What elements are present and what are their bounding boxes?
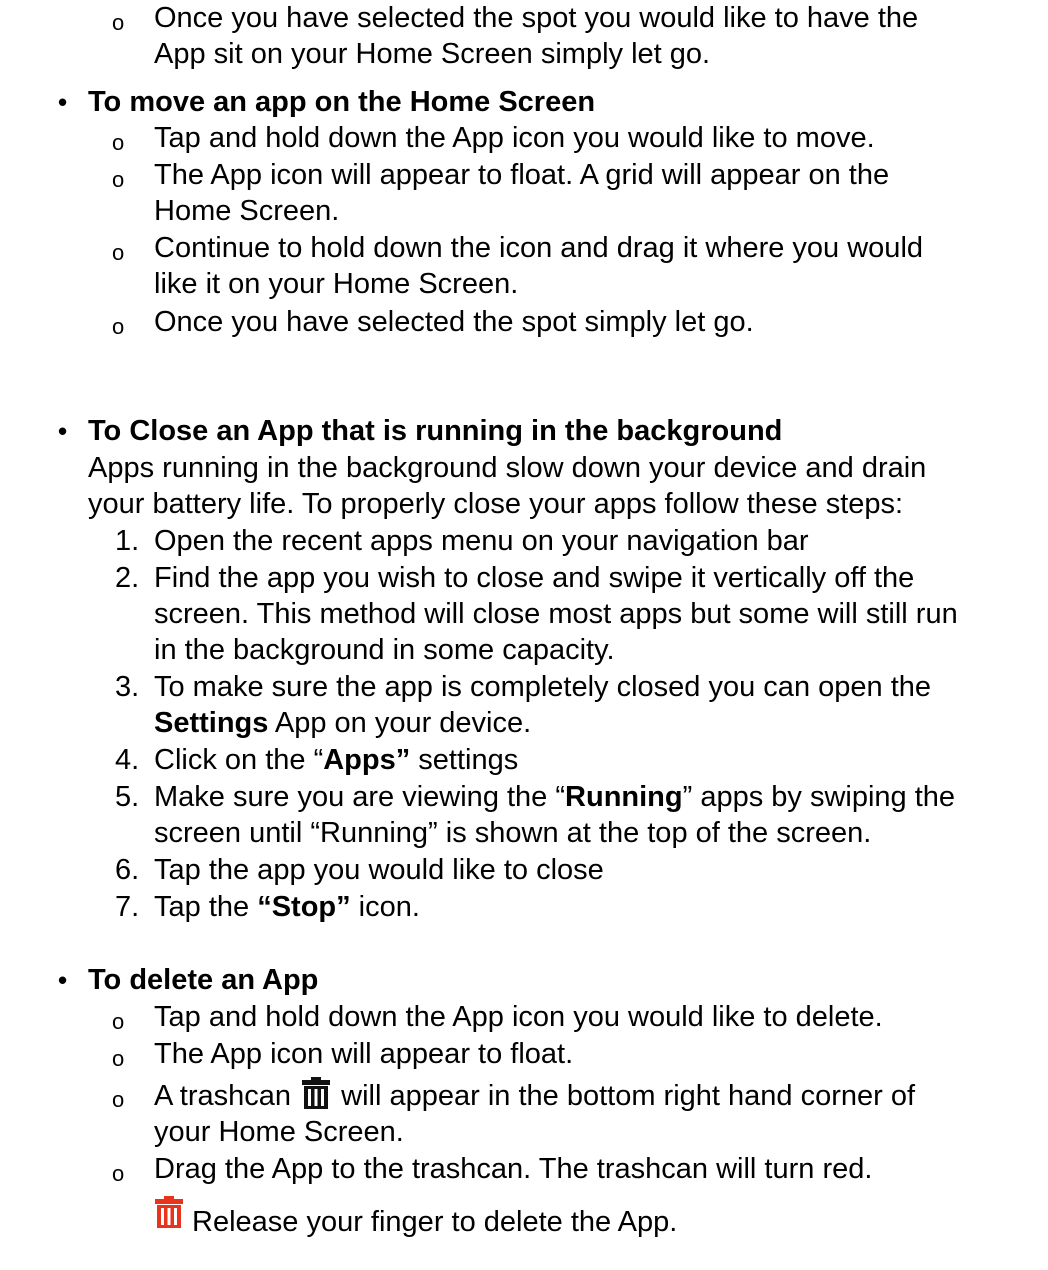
step-text: Tap the “Stop” icon. (154, 889, 420, 925)
step-text-continuation: Settings App on your device. (154, 705, 531, 741)
list-item: Continue to hold down the icon and drag … (154, 232, 924, 264)
step-text: To make sure the app is completely close… (154, 671, 932, 703)
sub-bullet-icon: o (112, 1009, 125, 1034)
list-item: Once you have selected the spot you woul… (154, 2, 919, 34)
sub-bullet-icon: o (112, 1161, 125, 1186)
sub-bullet-icon: o (112, 130, 125, 155)
list-item-continuation: like it on your Home Screen. (154, 268, 519, 300)
sub-bullet-icon: o (112, 240, 125, 265)
step-number: 4. (115, 744, 140, 776)
list-item-pre: A trashcan (154, 1080, 300, 1112)
section-heading-delete-app: To delete an App (88, 964, 319, 996)
list-item-post: will appear in the bottom right hand cor… (333, 1080, 916, 1112)
list-item: The App icon will appear to float. A gri… (154, 159, 890, 191)
intro-text: Apps running in the background slow down… (88, 452, 927, 484)
step-number: 5. (115, 781, 140, 813)
sub-bullet-icon: o (112, 167, 125, 192)
list-item: A trashcan will appear in the bottom rig… (154, 1077, 915, 1114)
list-item-continuation: your Home Screen. (154, 1116, 404, 1148)
step-text-post: settings (410, 744, 519, 776)
step-text-continuation: in the background in some capacity. (154, 634, 615, 666)
section-heading-close-app: To Close an App that is running in the b… (88, 415, 783, 447)
release-text: Release your finger to delete the App. (192, 1206, 678, 1238)
list-item: Tap and hold down the App icon you would… (154, 122, 875, 154)
list-item: The App icon will appear to float. (154, 1038, 574, 1070)
sub-bullet-icon: o (112, 1087, 125, 1112)
step-text: Click on the “Apps” settings (154, 742, 518, 778)
trashcan-red-icon (154, 1196, 184, 1237)
step-text-pre: Tap the (154, 891, 258, 923)
step-text-continuation: screen. This method will close most apps… (154, 598, 958, 630)
section-heading-move-app: To move an app on the Home Screen (88, 86, 596, 118)
step-number: 6. (115, 854, 140, 886)
step-number: 3. (115, 671, 140, 703)
list-item: Drag the App to the trashcan. The trashc… (154, 1153, 873, 1185)
step-text: Tap the app you would like to close (154, 854, 604, 886)
sub-bullet-icon: o (112, 314, 125, 339)
list-item: Tap and hold down the App icon you would… (154, 1001, 883, 1033)
apps-setting-name: Apps” (323, 744, 411, 776)
list-item-continuation: App sit on your Home Screen simply let g… (154, 38, 711, 70)
list-item: Once you have selected the spot simply l… (154, 306, 754, 338)
step-number: 7. (115, 891, 140, 923)
sub-bullet-icon: o (112, 1046, 125, 1071)
step-text-pre: Click on the “ (154, 744, 324, 776)
settings-app-name: Settings (154, 707, 269, 739)
running-tab-name: Running (565, 781, 683, 813)
step-text-post: icon. (350, 891, 420, 923)
step-text: Open the recent apps menu on your naviga… (154, 525, 809, 557)
step-text-continuation: screen until “Running” is shown at the t… (154, 817, 872, 849)
step-text-post: ” apps by swiping the (682, 781, 956, 813)
intro-text: your battery life. To properly close you… (88, 488, 904, 520)
list-item-continuation: Home Screen. (154, 195, 340, 227)
step-number: 1. (115, 525, 140, 557)
bullet-icon: • (58, 87, 68, 117)
step-text: Make sure you are viewing the “Running” … (154, 779, 955, 815)
step-text: Find the app you wish to close and swipe… (154, 562, 915, 594)
stop-icon-name: “Stop” (257, 891, 351, 923)
trashcan-icon (301, 1077, 331, 1109)
step-number: 2. (115, 562, 140, 594)
step-text-pre: Make sure you are viewing the “ (154, 781, 566, 813)
sub-bullet-icon: o (112, 10, 125, 35)
bullet-icon: • (58, 416, 68, 446)
step-text-rest: App on your device. (268, 707, 532, 739)
bullet-icon: • (58, 965, 68, 995)
